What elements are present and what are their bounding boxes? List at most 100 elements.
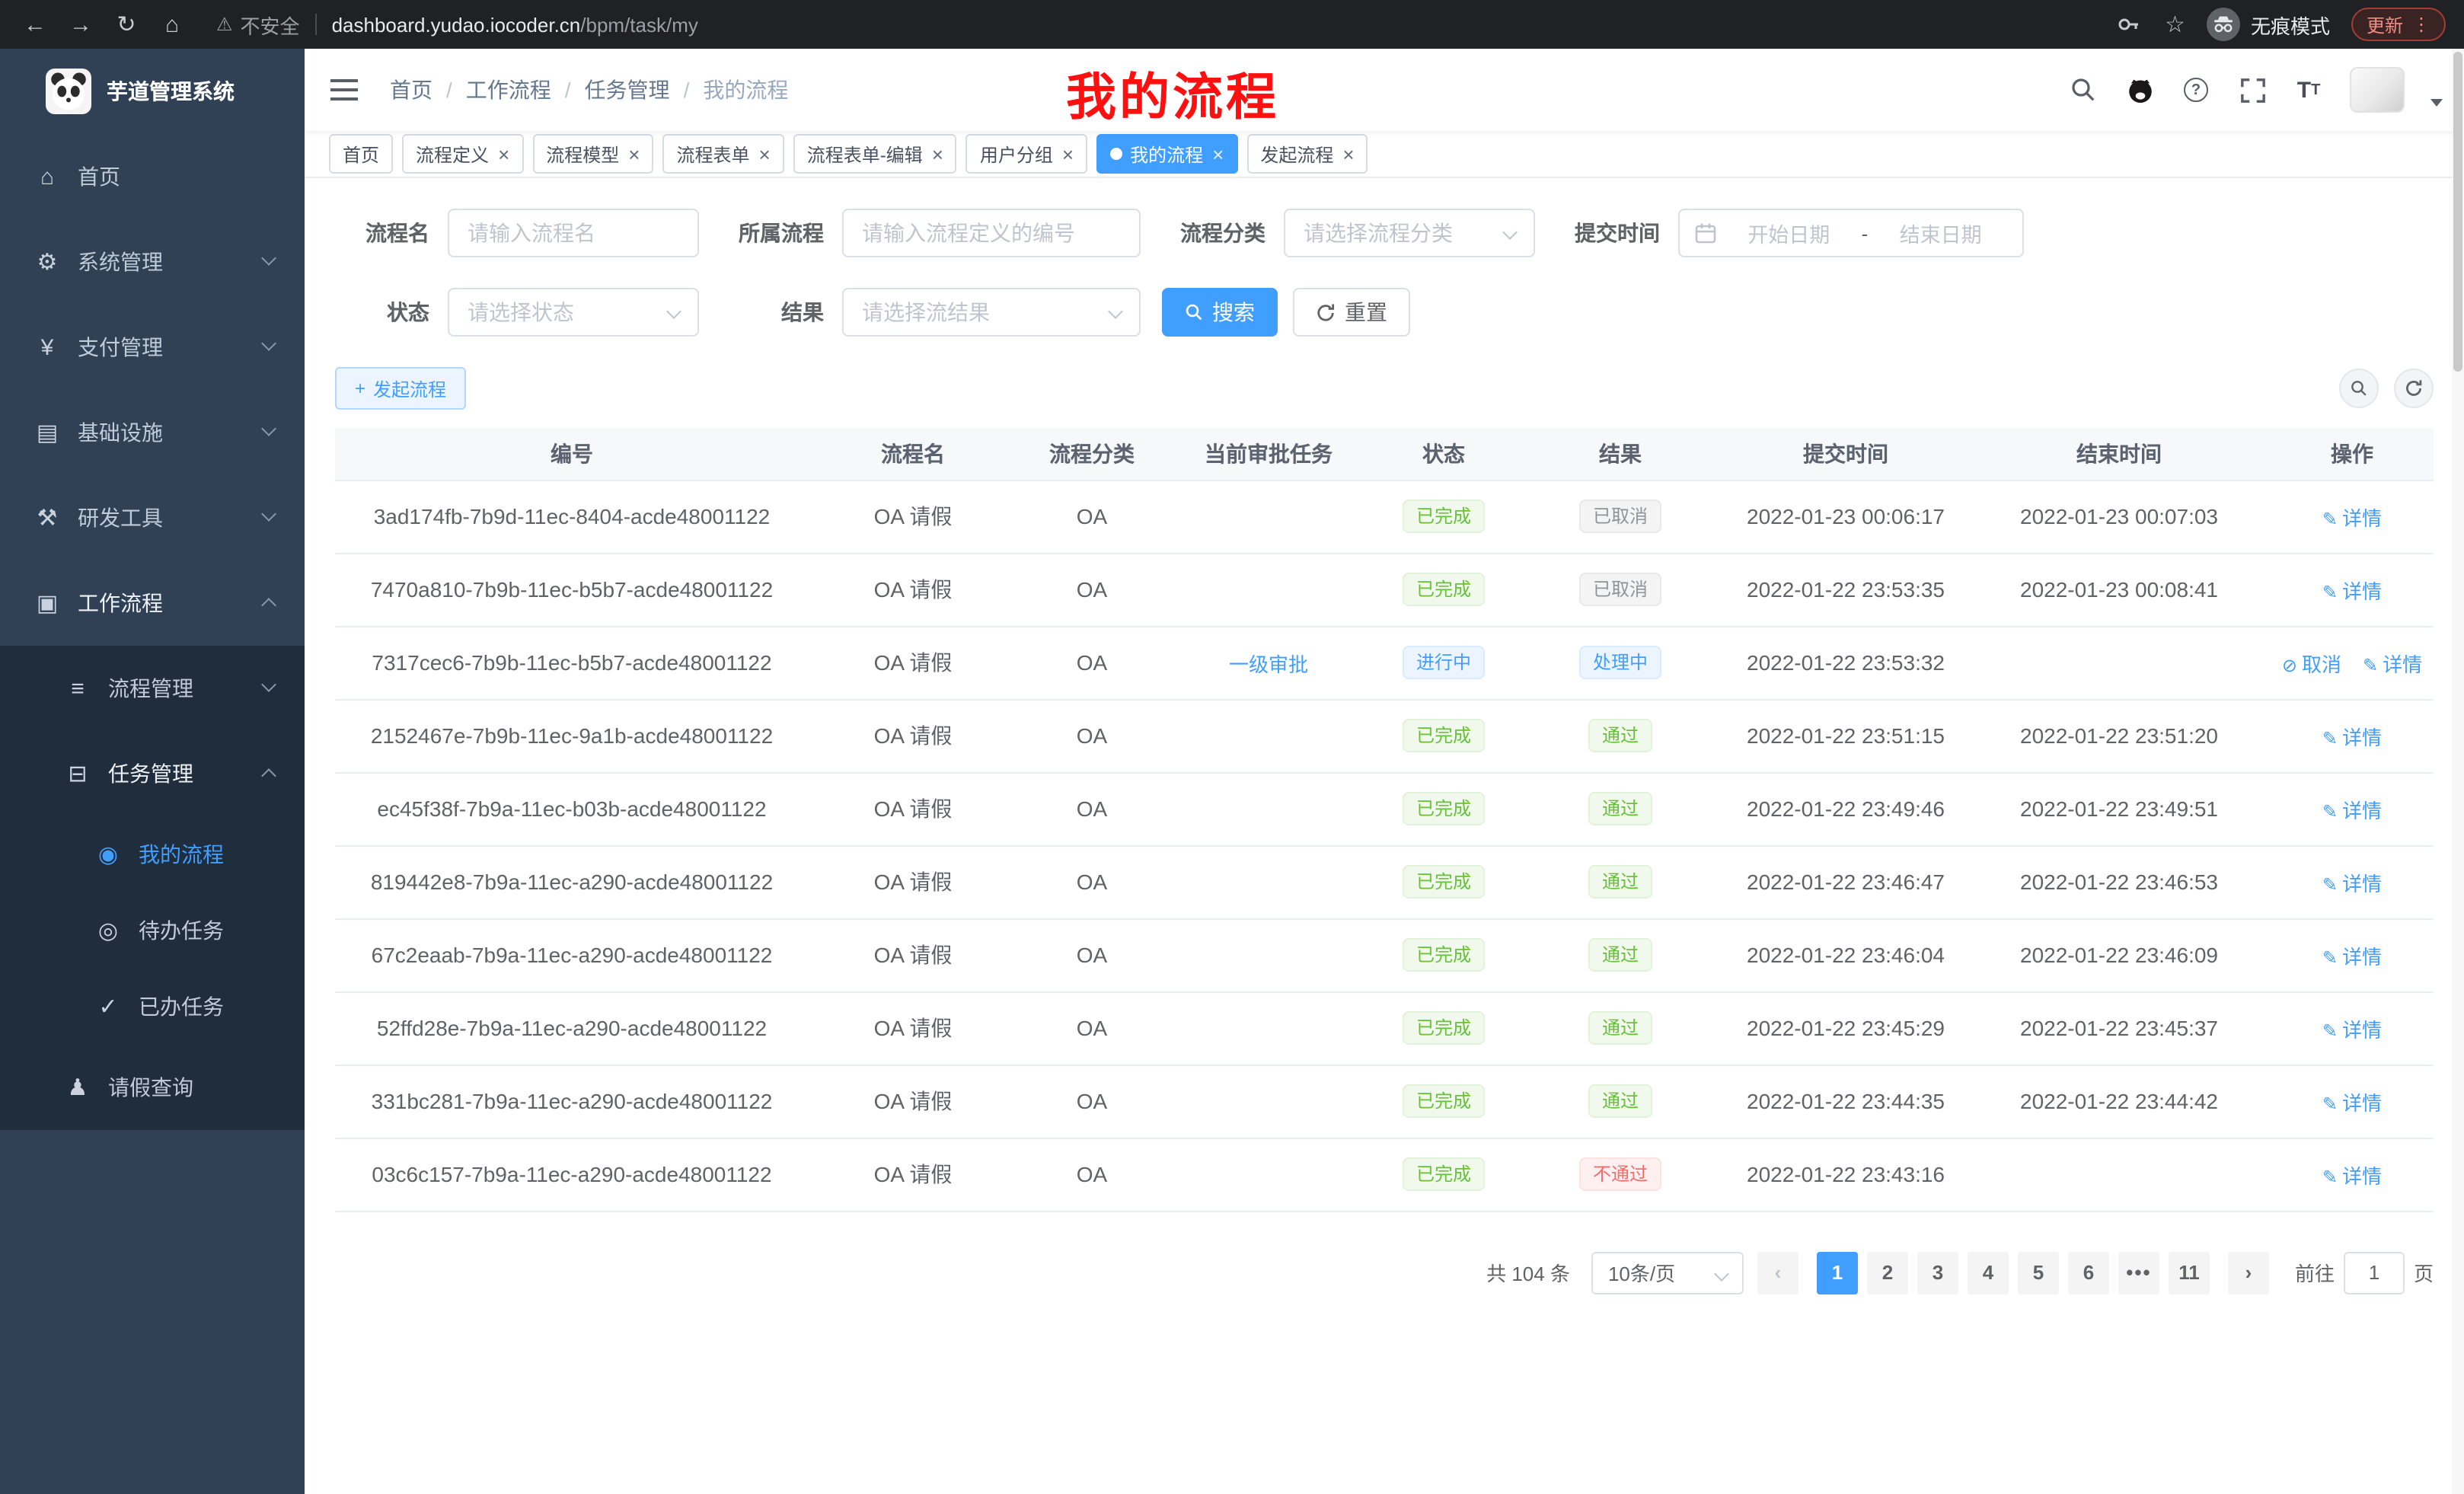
page-button-4[interactable]: 4 [1968, 1251, 2009, 1294]
detail-link[interactable]: ✎详情 [2322, 945, 2382, 968]
goto-page-input[interactable] [2344, 1251, 2405, 1294]
forward-button[interactable]: → [64, 11, 97, 37]
more-pages-icon[interactable]: ••• [2118, 1251, 2159, 1294]
process-definition-input[interactable] [842, 209, 1141, 257]
avatar-caret-down-icon[interactable] [2430, 98, 2443, 106]
sidebar-item-devtools[interactable]: ⚒研发工具 [0, 475, 305, 560]
cancel-link[interactable]: ⊘取消 [2282, 653, 2341, 675]
page-button-11[interactable]: 11 [2169, 1251, 2210, 1294]
detail-link[interactable]: ✎详情 [2322, 1164, 2382, 1187]
detail-link[interactable]: ✎详情 [2322, 506, 2382, 529]
back-button[interactable]: ← [18, 11, 52, 37]
fullscreen-icon[interactable] [2237, 75, 2268, 105]
next-page-button[interactable]: › [2228, 1251, 2269, 1294]
page-button-6[interactable]: 6 [2068, 1251, 2109, 1294]
cell-actions: ⊘取消 ✎详情 [2271, 626, 2434, 699]
app-logo[interactable]: 芋道管理系统 [0, 49, 305, 134]
page-size-select[interactable]: 10条/页 [1591, 1251, 1744, 1294]
search-icon[interactable] [2068, 75, 2099, 105]
status-select[interactable]: 请选择状态 [448, 288, 699, 337]
cell-end-time [1968, 626, 2271, 699]
cell-task [1167, 480, 1371, 553]
sidebar-item-home[interactable]: ⌂首页 [0, 134, 305, 219]
home-button[interactable]: ⌂ [155, 11, 189, 37]
detail-link[interactable]: ✎详情 [2363, 653, 2422, 675]
current-task-link[interactable]: 一级审批 [1229, 653, 1308, 675]
detail-link[interactable]: ✎详情 [2322, 872, 2382, 895]
cell-result: 通过 [1517, 1065, 1724, 1138]
scrollbar[interactable] [2452, 49, 2464, 1494]
tab-create-process[interactable]: 发起流程 × [1246, 134, 1368, 174]
toggle-search-button[interactable] [2339, 369, 2379, 408]
tab-process-form[interactable]: 流程表单× [662, 134, 784, 174]
cell-name: OA 请假 [809, 991, 1017, 1065]
search-button[interactable]: 搜索 [1162, 288, 1278, 337]
cell-status: 进行中 [1371, 626, 1517, 699]
tab-process-form-edit[interactable]: 流程表单-编辑× [793, 134, 957, 174]
sidebar-item-system[interactable]: ⚙系统管理 [0, 219, 305, 305]
detail-link[interactable]: ✎详情 [2322, 726, 2382, 749]
tab-user-group[interactable]: 用户分组× [966, 134, 1087, 174]
cell-status: 已完成 [1371, 918, 1517, 991]
page-button-5[interactable]: 5 [2018, 1251, 2059, 1294]
refresh-table-button[interactable] [2394, 369, 2434, 408]
reset-button[interactable]: 重置 [1293, 288, 1410, 337]
cell-result: 通过 [1517, 991, 1724, 1065]
tab-home[interactable]: 首页 [329, 134, 393, 174]
key-icon[interactable] [2113, 9, 2143, 40]
sidebar-item-done-task[interactable]: ✓已办任务 [0, 969, 305, 1045]
detail-link[interactable]: ✎详情 [2322, 579, 2382, 602]
result-select[interactable]: 请选择流结果 [842, 288, 1141, 337]
bookmark-star-icon[interactable]: ☆ [2165, 11, 2185, 38]
close-icon[interactable]: × [498, 144, 509, 164]
sidebar-item-task-management[interactable]: ⊟任务管理 [0, 731, 305, 816]
tab-label: 发起流程 [1260, 141, 1333, 167]
collapse-sidebar-button[interactable] [329, 75, 359, 105]
scrollbar-thumb[interactable] [2453, 52, 2462, 372]
date-range-picker[interactable]: 开始日期 - 结束日期 [1678, 209, 2024, 257]
create-process-button[interactable]: + 发起流程 [335, 367, 466, 410]
edit-icon: ✎ [2322, 1166, 2338, 1187]
sidebar-item-todo-task[interactable]: ◎待办任务 [0, 892, 305, 969]
tab-label: 首页 [343, 141, 379, 167]
sidebar-item-label: 请假查询 [108, 1072, 193, 1103]
tab-process-model[interactable]: 流程模型× [532, 134, 653, 174]
avatar[interactable] [2350, 67, 2405, 113]
reload-button[interactable]: ↻ [110, 11, 143, 38]
page-button-3[interactable]: 3 [1917, 1251, 1958, 1294]
sidebar-item-leave-query[interactable]: ♟请假查询 [0, 1045, 305, 1130]
close-icon[interactable]: × [628, 144, 640, 164]
category-select[interactable]: 请选择流程分类 [1284, 209, 1535, 257]
update-button[interactable]: 更新 ⋮ [2351, 8, 2446, 41]
browser-menu-icon[interactable]: ⋮ [2412, 14, 2430, 35]
sidebar-item-infrastructure[interactable]: ▤基础设施 [0, 390, 305, 475]
detail-link[interactable]: ✎详情 [2322, 1018, 2382, 1041]
sidebar-item-payment[interactable]: ¥支付管理 [0, 305, 305, 390]
font-size-icon[interactable]: TT [2293, 75, 2324, 105]
process-name-input[interactable] [448, 209, 699, 257]
address-bar[interactable]: dashboard.yudao.iocoder.cn/bpm/task/my [332, 13, 698, 36]
sidebar-item-process-management[interactable]: ≡流程管理 [0, 646, 305, 731]
tab-process-definition[interactable]: 流程定义× [402, 134, 523, 174]
breadcrumb-item[interactable]: 工作流程 [466, 75, 551, 105]
filter-label: 所属流程 [739, 218, 824, 248]
close-icon[interactable]: × [1212, 144, 1224, 164]
close-icon[interactable]: × [759, 144, 771, 164]
help-icon[interactable]: ? [2181, 75, 2211, 105]
tab-my-process[interactable]: 我的流程× [1096, 134, 1237, 174]
github-icon[interactable] [2124, 75, 2155, 105]
breadcrumb-item[interactable]: 任务管理 [585, 75, 670, 105]
sidebar-item-my-process[interactable]: ◉我的流程 [0, 816, 305, 892]
close-icon[interactable]: × [1062, 144, 1074, 164]
detail-link[interactable]: ✎详情 [2322, 1091, 2382, 1114]
prev-page-button[interactable]: ‹ [1757, 1251, 1799, 1294]
page-button-2[interactable]: 2 [1867, 1251, 1908, 1294]
sidebar-item-workflow[interactable]: ▣工作流程 [0, 560, 305, 646]
close-icon[interactable]: × [1342, 144, 1354, 164]
page-button-1[interactable]: 1 [1817, 1251, 1858, 1294]
breadcrumb-current: 我的流程 [703, 75, 788, 105]
security-indicator[interactable]: ⚠ 不安全 [216, 10, 300, 39]
close-icon[interactable]: × [932, 144, 943, 164]
detail-link[interactable]: ✎详情 [2322, 799, 2382, 822]
breadcrumb-item[interactable]: 首页 [390, 75, 432, 105]
